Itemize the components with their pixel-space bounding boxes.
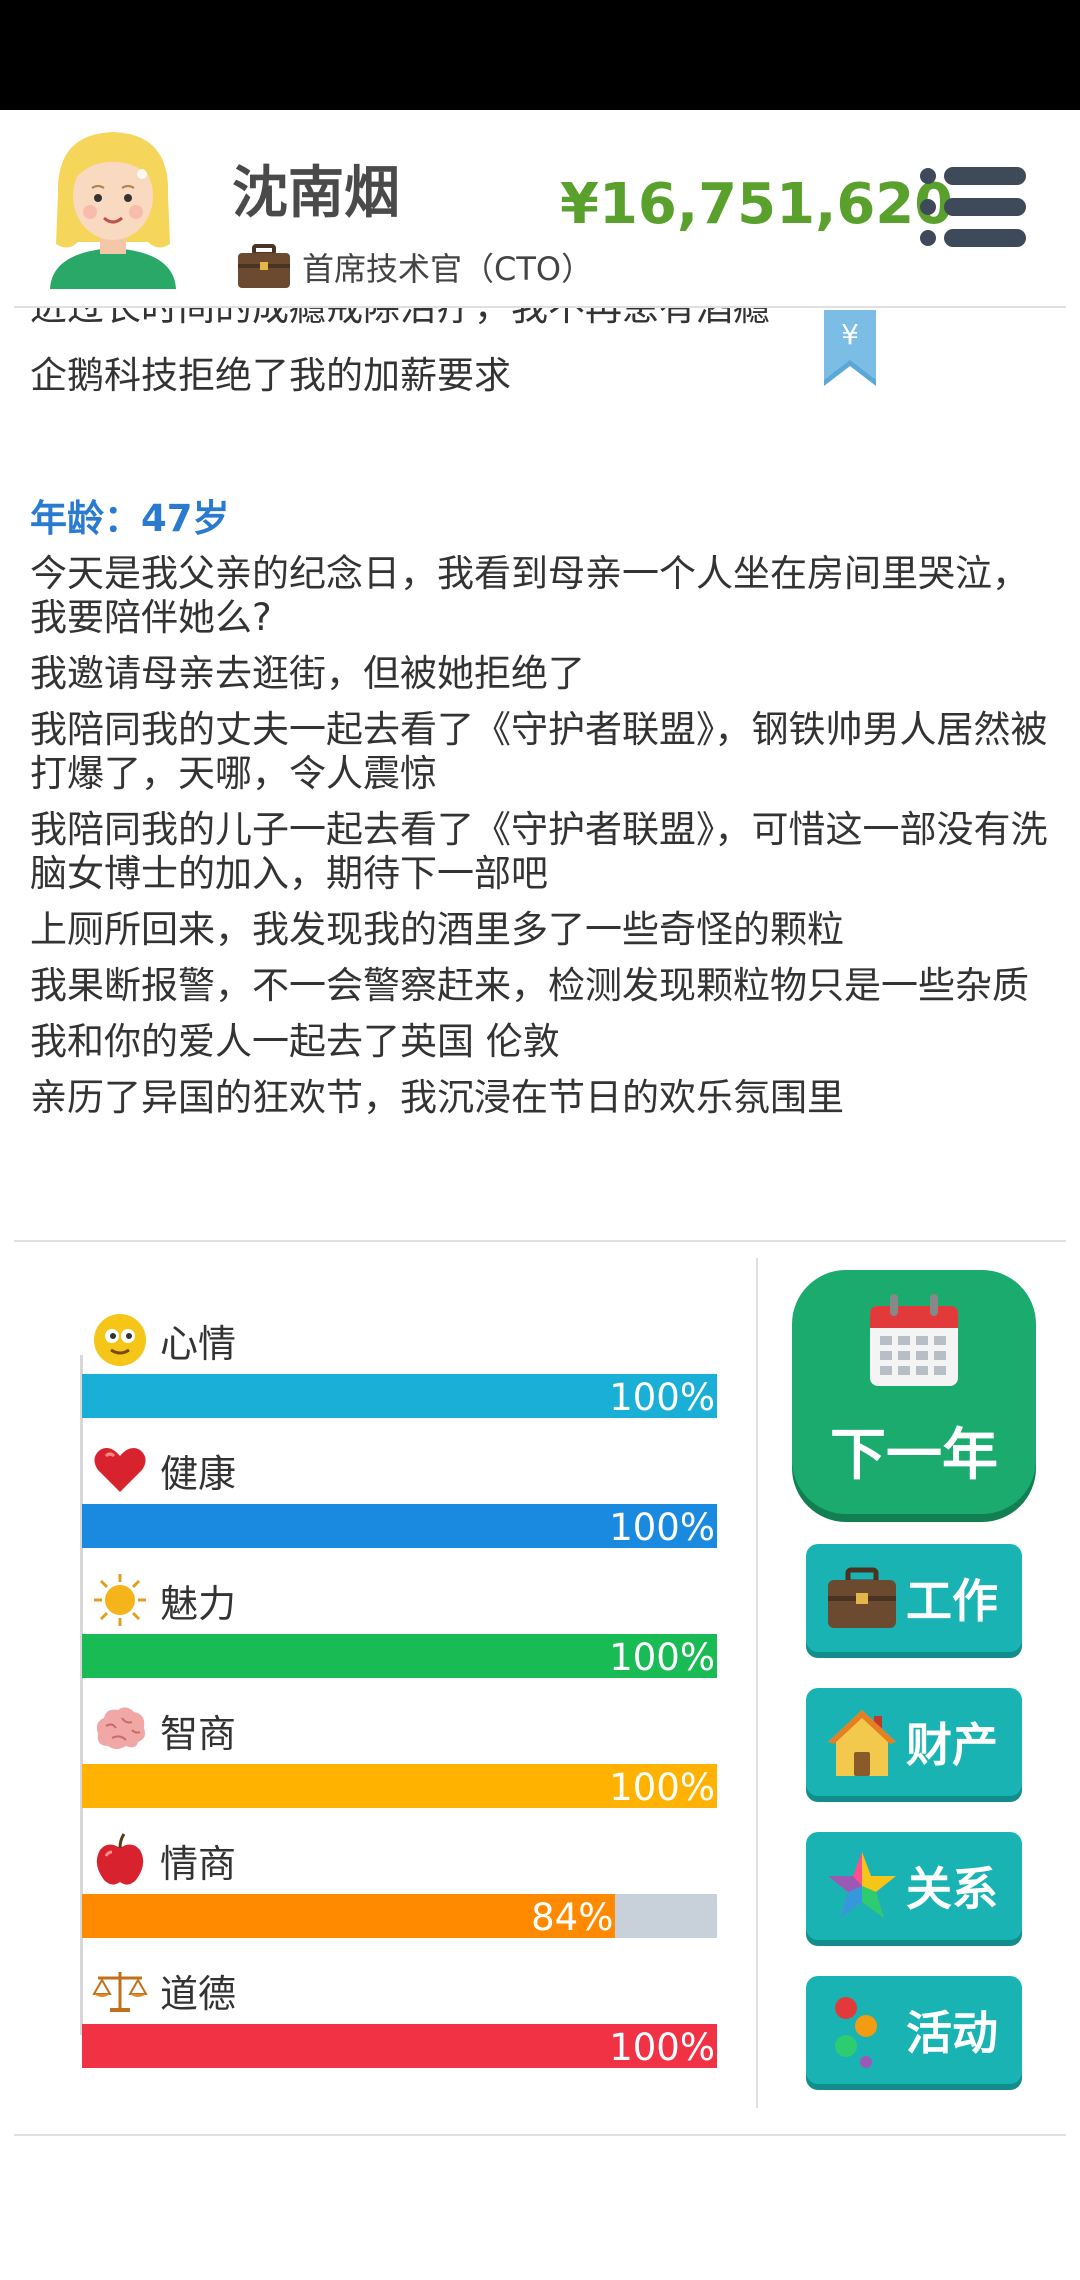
- stat-bar: 84%: [82, 1894, 717, 1939]
- property-label: 财产: [906, 1718, 998, 1772]
- character-name: 沈南烟: [232, 161, 400, 226]
- property-button[interactable]: 财产: [806, 1688, 1022, 1796]
- panel-divider: [756, 1258, 758, 2108]
- stat-percent: 84%: [531, 1896, 614, 1939]
- stat-bar: 100%: [82, 1504, 717, 1549]
- stat-percent: 100%: [609, 1766, 715, 1809]
- log-entry-partial: 进过长时间的成瘾戒除治疗，我不再患有酒瘾: [30, 308, 910, 330]
- log-entry: 今天是我父亲的纪念日，我看到母亲一个人坐在房间里哭泣，我要陪伴她么?: [30, 552, 1029, 639]
- brain-icon: [96, 1707, 146, 1749]
- log-entry: 我陪同我的丈夫一起去看了《守护者联盟》，钢铁帅男人居然被打爆了，天哪，令人震惊: [30, 708, 1048, 795]
- job-title-row: 首席技术官（CTO）: [236, 240, 593, 294]
- stat-mood: 心情 100%: [82, 1310, 717, 1440]
- stat-morality: 道德 100%: [82, 1960, 717, 2090]
- log-entry: 我邀请母亲去逛街，但被她拒绝了: [30, 652, 585, 695]
- star-icon: [828, 1852, 896, 1918]
- stat-percent: 100%: [609, 1376, 715, 1419]
- age-heading: 年龄：47岁: [30, 497, 230, 540]
- log-entry: 我和你的爱人一起去了英国 伦敦: [30, 1020, 560, 1063]
- bottom-divider: [14, 2134, 1066, 2136]
- avatar[interactable]: [38, 124, 188, 289]
- log-entry: 我陪同我的儿子一起去看了《守护者联盟》，可惜这一部没有洗脑女博士的加入，期待下一…: [30, 808, 1048, 895]
- profile-header: 沈南烟 首席技术官（CTO） ¥16,751,620: [0, 110, 1080, 307]
- work-button[interactable]: 工作: [806, 1544, 1022, 1652]
- stat-percent: 100%: [609, 1506, 715, 1549]
- log-entry: 上厕所回来，我发现我的酒里多了一些奇怪的颗粒: [30, 908, 844, 951]
- heart-icon: [94, 1448, 146, 1492]
- log-divider: [14, 1240, 1066, 1242]
- log-entry: 亲历了异国的狂欢节，我沉浸在节日的欢乐氛围里: [30, 1076, 844, 1119]
- money-balance: ¥16,751,620: [560, 172, 954, 237]
- sun-icon: [94, 1574, 146, 1626]
- house-icon: [828, 1710, 896, 1776]
- stat-label: 心情: [160, 1321, 237, 1366]
- briefcase-icon: [238, 244, 290, 288]
- stat-fill: 84%: [82, 1894, 616, 1939]
- stat-eq: 情商 84%: [82, 1830, 717, 1960]
- activities-icon: [835, 1997, 877, 2068]
- stat-iq: 智商 100%: [82, 1700, 717, 1830]
- smiley-icon: [94, 1314, 146, 1366]
- stat-bar: 100%: [82, 1374, 717, 1419]
- stat-percent: 100%: [609, 2026, 715, 2069]
- next-year-button[interactable]: 下一年: [792, 1270, 1036, 1514]
- relations-button[interactable]: 关系: [806, 1832, 1022, 1940]
- stat-label: 道德: [160, 1971, 237, 2016]
- stat-label: 智商: [160, 1711, 237, 1756]
- status-bar: [0, 0, 1080, 110]
- ribbon-symbol: ¥: [841, 318, 859, 351]
- scale-icon: [92, 1972, 148, 2012]
- next-year-label: 下一年: [830, 1423, 998, 1488]
- stat-bar: 100%: [82, 1764, 717, 1809]
- stats-panel: 心情 100% 健康 100% 魅力 100% 智商 100% 情商 84% 道…: [0, 1260, 760, 2080]
- job-title: 首席技术官（CTO）: [302, 250, 594, 288]
- apple-icon: [96, 1833, 144, 1885]
- stat-bar: 100%: [82, 2024, 717, 2069]
- stat-percent: 100%: [609, 1636, 715, 1679]
- log-entry: 企鹅科技拒绝了我的加薪要求: [30, 354, 511, 397]
- stat-label: 情商: [160, 1841, 237, 1886]
- stat-health: 健康 100%: [82, 1440, 717, 1570]
- log-entry: 我果断报警，不一会警察赶来，检测发现颗粒物只是一些杂质: [30, 964, 1029, 1007]
- stat-label: 健康: [160, 1451, 237, 1496]
- activities-label: 活动: [906, 2006, 998, 2060]
- menu-icon[interactable]: [918, 164, 1028, 250]
- work-label: 工作: [906, 1574, 998, 1628]
- stat-charm: 魅力 100%: [82, 1570, 717, 1700]
- life-log[interactable]: 进过长时间的成瘾戒除治疗，我不再患有酒瘾 企鹅科技拒绝了我的加薪要求 年龄：47…: [30, 308, 1050, 1198]
- stat-label: 魅力: [160, 1581, 237, 1626]
- money-bookmark-icon[interactable]: ¥: [822, 310, 878, 388]
- briefcase-icon: [828, 1567, 896, 1628]
- stat-bar: 100%: [82, 1634, 717, 1679]
- activities-button[interactable]: 活动: [806, 1976, 1022, 2084]
- relations-label: 关系: [906, 1862, 998, 1916]
- calendar-icon: [870, 1294, 958, 1386]
